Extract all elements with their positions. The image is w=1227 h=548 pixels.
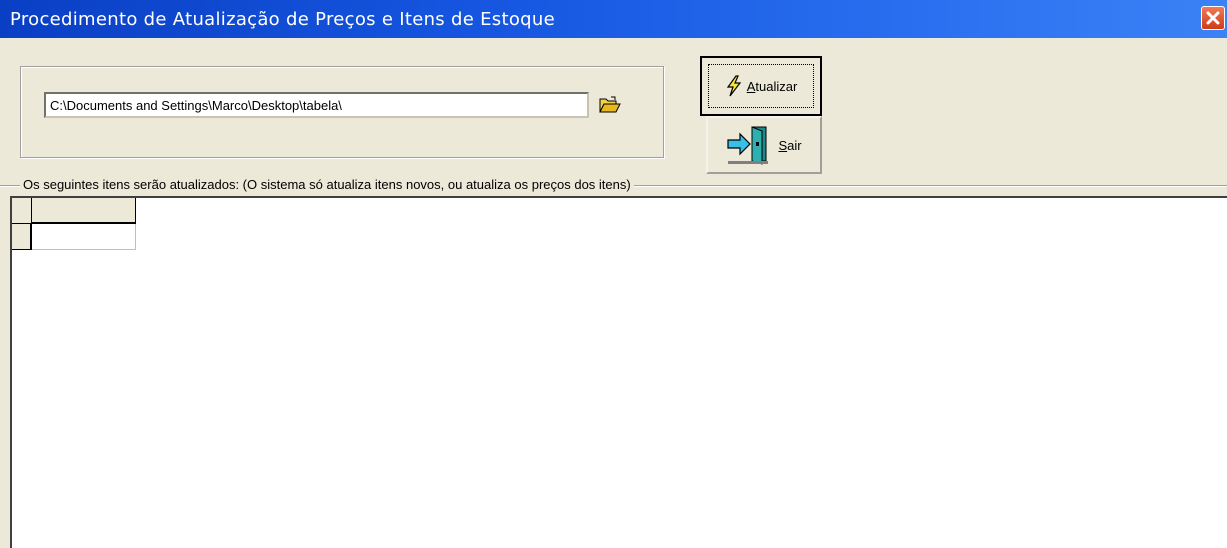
close-button[interactable] bbox=[1201, 6, 1225, 30]
path-input[interactable] bbox=[44, 92, 589, 118]
close-icon bbox=[1206, 11, 1220, 25]
folder-open-icon bbox=[599, 96, 621, 113]
items-grid[interactable] bbox=[10, 196, 1227, 548]
browse-folder-button[interactable] bbox=[598, 94, 622, 116]
section-legend: Os seguintes itens serão atualizados: (O… bbox=[20, 177, 634, 192]
exit-door-icon bbox=[727, 126, 769, 165]
grid-row-header-cell bbox=[12, 224, 32, 250]
grid-header-cell bbox=[32, 198, 136, 224]
atualizar-focus-rect: Atualizar bbox=[708, 64, 814, 108]
grid-data-cell[interactable] bbox=[32, 224, 136, 250]
window-title: Procedimento de Atualização de Preços e … bbox=[10, 9, 555, 30]
atualizar-label: Atualizar bbox=[746, 78, 798, 94]
atualizar-button[interactable]: Atualizar bbox=[700, 56, 822, 116]
sair-label: Sair bbox=[778, 137, 802, 153]
lightning-icon bbox=[726, 75, 741, 97]
grid-corner-cell bbox=[12, 198, 32, 224]
sair-button[interactable]: Sair bbox=[706, 116, 822, 174]
title-bar: Procedimento de Atualização de Preços e … bbox=[0, 0, 1227, 38]
